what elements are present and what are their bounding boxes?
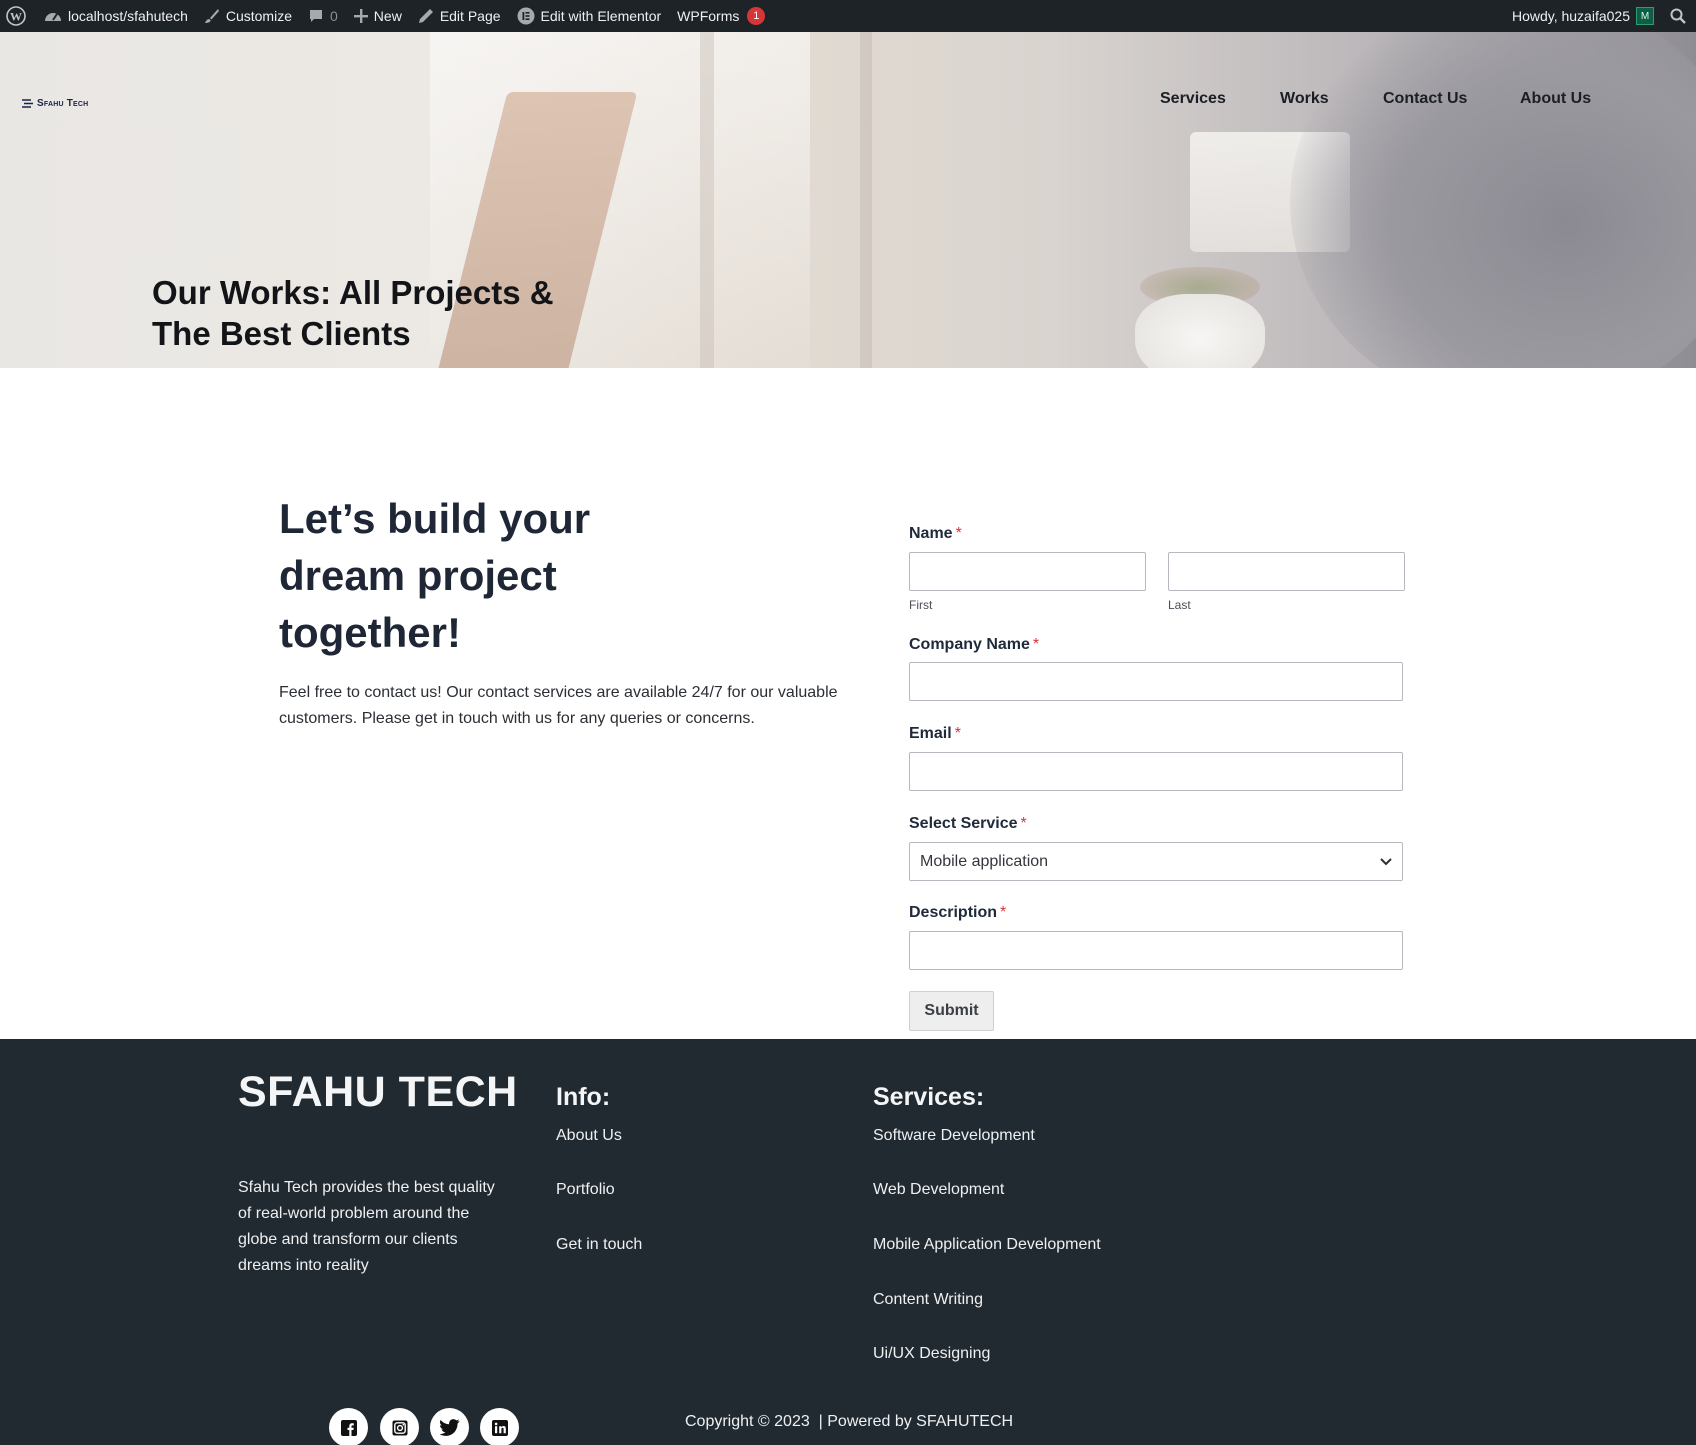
contact-heading: Let’s build your dream project together! xyxy=(279,495,591,656)
required-marker: * xyxy=(1020,815,1027,832)
footer-description: Sfahu Tech provides the best quality of … xyxy=(238,1179,495,1274)
required-marker: * xyxy=(1000,904,1007,921)
chevron-down-icon xyxy=(1380,853,1392,871)
footer-link-portfolio[interactable]: Portfolio xyxy=(556,1181,615,1199)
footer-link-web-development[interactable]: Web Development xyxy=(873,1181,1004,1199)
nav-contact-us[interactable]: Contact Us xyxy=(1383,90,1467,108)
required-marker: * xyxy=(1032,636,1040,653)
hero-background-person xyxy=(1290,32,1696,368)
facebook-icon[interactable] xyxy=(329,1408,368,1445)
edit-page-label: Edit Page xyxy=(439,8,501,24)
nav-services[interactable]: Services xyxy=(1160,90,1226,108)
service-label: Select Service * xyxy=(909,814,1405,834)
comments-link[interactable]: 0 xyxy=(300,0,346,32)
comment-icon xyxy=(308,8,324,24)
brush-icon xyxy=(204,8,220,24)
email-label: Email * xyxy=(909,724,1405,744)
name-field-group: Name * First Last xyxy=(909,524,1405,612)
avatar: M xyxy=(1636,7,1654,25)
instagram-icon[interactable] xyxy=(380,1408,419,1445)
contact-intro-text: Feel free to contact us! Our contact ser… xyxy=(279,684,838,727)
svg-text:W: W xyxy=(10,10,22,24)
footer-link-get-in-touch[interactable]: Get in touch xyxy=(556,1236,642,1254)
linkedin-icon[interactable] xyxy=(480,1408,519,1445)
footer-link-mobile-application-development[interactable]: Mobile Application Development xyxy=(873,1236,1101,1254)
logo-mark-icon xyxy=(22,99,33,108)
comments-count: 0 xyxy=(330,8,338,24)
company-field-group: Company Name * xyxy=(909,635,1405,701)
footer-link-software-development[interactable]: Software Development xyxy=(873,1127,1035,1145)
company-name-input[interactable] xyxy=(909,662,1403,701)
edit-page-link[interactable]: Edit Page xyxy=(410,0,509,32)
search-icon xyxy=(1670,8,1686,24)
nav-about-us[interactable]: About Us xyxy=(1520,90,1591,108)
service-select[interactable]: Mobile application xyxy=(909,842,1403,881)
nav-works[interactable]: Works xyxy=(1280,90,1329,108)
footer-services-title: Services: xyxy=(873,1083,985,1111)
my-account-link[interactable]: Howdy, huzaifa025 M xyxy=(1504,0,1662,32)
dashboard-icon xyxy=(44,8,62,24)
first-name-sublabel: First xyxy=(909,598,933,612)
description-label-text: Description xyxy=(909,904,998,921)
site-footer: SFAHU TECH Sfahu Tech provides the best … xyxy=(0,1039,1696,1445)
footer-link-about-us[interactable]: About Us xyxy=(556,1127,622,1145)
service-field-group: Select Service * Mobile application xyxy=(909,814,1405,881)
elementor-label: Edit with Elementor xyxy=(540,8,662,24)
footer-info-title: Info: xyxy=(556,1083,611,1111)
last-name-input[interactable] xyxy=(1168,552,1405,591)
company-label: Company Name * xyxy=(909,635,1405,655)
description-label: Description * xyxy=(909,903,1405,923)
plus-icon xyxy=(353,9,368,23)
submit-button[interactable]: Submit xyxy=(909,991,994,1031)
required-marker: * xyxy=(955,525,962,542)
hero-background-pot xyxy=(1135,294,1265,368)
required-marker: * xyxy=(954,725,961,742)
description-input[interactable] xyxy=(909,931,1403,970)
hero-background-frame xyxy=(700,32,714,368)
wp-admin-bar: W localhost/sfahutech Customize 0 New Ed… xyxy=(0,0,1696,32)
wordpress-logo-icon[interactable]: W xyxy=(0,0,36,32)
name-label-text: Name xyxy=(909,525,953,542)
logo-text: Sfahu Tech xyxy=(37,98,89,109)
elementor-icon xyxy=(517,7,535,25)
new-label: New xyxy=(373,8,402,24)
site-name-link[interactable]: localhost/sfahutech xyxy=(36,0,196,32)
howdy-label: Howdy, huzaifa025 xyxy=(1511,8,1630,24)
admin-search-button[interactable] xyxy=(1662,0,1696,32)
customize-label: Customize xyxy=(225,8,292,24)
service-selected-value: Mobile application xyxy=(920,852,1049,870)
elementor-link[interactable]: Edit with Elementor xyxy=(509,0,670,32)
email-field-group: Email * xyxy=(909,724,1405,791)
name-label: Name * xyxy=(909,524,1405,544)
twitter-icon[interactable] xyxy=(430,1408,469,1445)
hero-title: Our Works: All Projects & The Best Clien… xyxy=(152,274,554,352)
service-label-text: Select Service xyxy=(909,815,1018,832)
wpforms-label: WPForms xyxy=(677,8,740,24)
hero-banner: Sfahu Tech Services Works Contact Us Abo… xyxy=(0,32,1696,368)
footer-brand: SFAHU TECH xyxy=(238,1068,518,1116)
site-name: localhost/sfahutech xyxy=(68,8,188,24)
wpforms-link[interactable]: WPForms 1 xyxy=(669,0,773,32)
footer-link-content-writing[interactable]: Content Writing xyxy=(873,1291,983,1309)
customize-link[interactable]: Customize xyxy=(196,0,300,32)
email-label-text: Email xyxy=(909,725,952,742)
wpforms-notification-badge: 1 xyxy=(747,7,766,25)
first-name-input[interactable] xyxy=(909,552,1146,591)
pencil-icon xyxy=(418,8,434,24)
footer-link-ui-ux-designing[interactable]: Ui/UX Designing xyxy=(873,1345,990,1363)
last-name-sublabel: Last xyxy=(1168,598,1191,612)
email-input[interactable] xyxy=(909,752,1403,791)
contact-form: Name * First Last Company Name * Email * Se… xyxy=(909,524,1405,1031)
company-label-text: Company Name xyxy=(909,636,1030,653)
new-content-link[interactable]: New xyxy=(346,0,410,32)
footer-copyright: Copyright © 2023 | Powered by SFAHUTECH xyxy=(685,1413,1014,1430)
hero-background-frame xyxy=(860,32,872,368)
description-field-group: Description * xyxy=(909,903,1405,970)
site-logo[interactable]: Sfahu Tech xyxy=(22,98,88,109)
